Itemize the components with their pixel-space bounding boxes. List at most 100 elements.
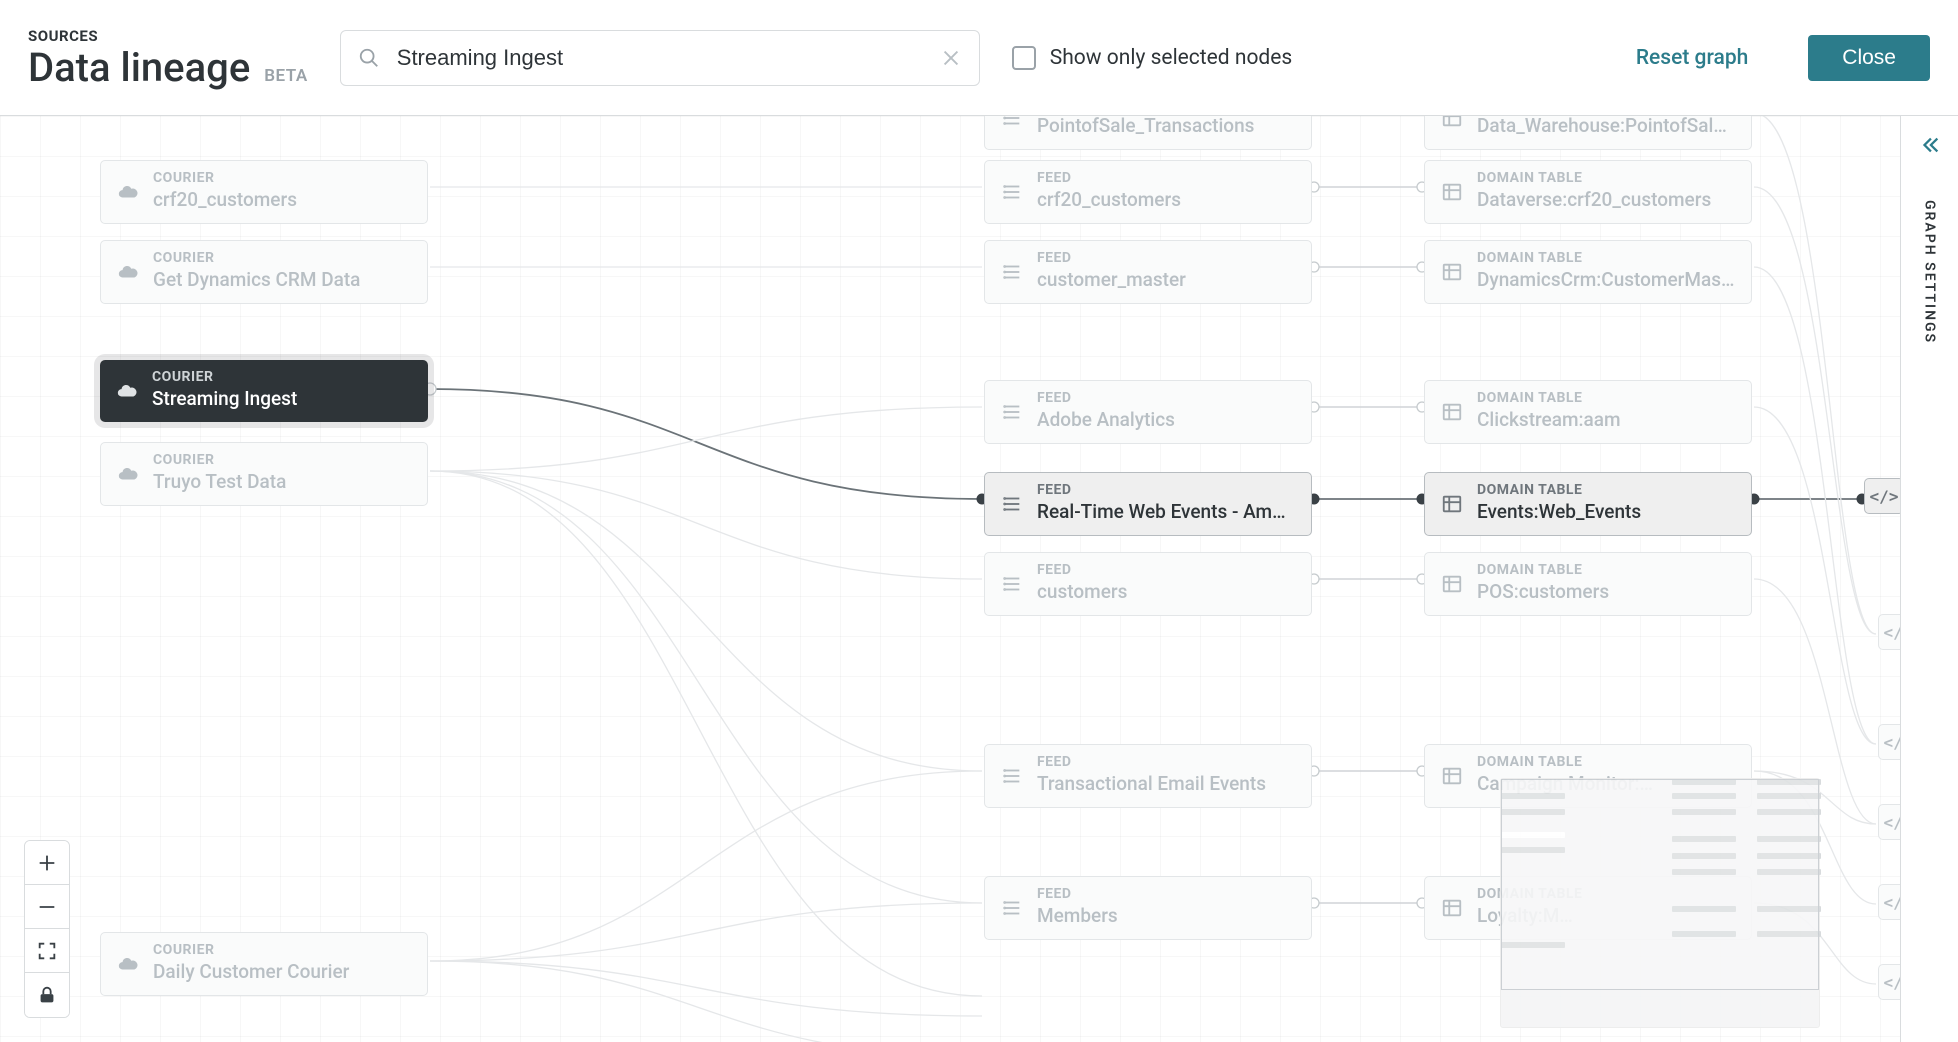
lineage-canvas[interactable]: COURIER crf20_customers COURIER Get Dynami…: [0, 116, 1900, 1042]
feed-node[interactable]: FEED Transactional Email Events: [984, 744, 1312, 808]
node-label: Get Dynamics CRM Data: [153, 269, 411, 291]
search-icon: [358, 47, 380, 69]
zoom-toolbar: [24, 840, 70, 1018]
courier-node[interactable]: COURIER crf20_customers: [100, 160, 428, 224]
feed-node[interactable]: FEED Adobe Analytics: [984, 380, 1312, 444]
table-icon: [1441, 765, 1463, 787]
collapse-rail-icon[interactable]: [1919, 134, 1941, 156]
domain-table-node[interactable]: DOMAIN TABLE DynamicsCrm:CustomerMaster: [1424, 240, 1752, 304]
node-label: customer_master: [1037, 269, 1295, 291]
node-label: DynamicsCrm:CustomerMaster: [1477, 269, 1735, 291]
courier-node[interactable]: COURIER Streaming Ingest: [100, 360, 428, 422]
node-label: Real-Time Web Events - Ampe…: [1037, 501, 1295, 523]
node-label: Clickstream:aam: [1477, 409, 1735, 431]
table-icon: [1441, 261, 1463, 283]
code-endpoint-node[interactable]: </>: [1864, 478, 1904, 514]
table-icon: [1441, 401, 1463, 423]
domain-table-node[interactable]: DOMAIN TABLE POS:customers: [1424, 552, 1752, 616]
node-label: Adobe Analytics: [1037, 409, 1295, 431]
node-label: Dataverse:crf20_customers: [1477, 189, 1735, 211]
zoom-in-button[interactable]: [25, 841, 69, 885]
courier-node[interactable]: COURIER Daily Customer Courier: [100, 932, 428, 996]
node-label: Daily Customer Courier: [153, 961, 411, 983]
courier-node[interactable]: COURIER Get Dynamics CRM Data: [100, 240, 428, 304]
table-icon: [1441, 573, 1463, 595]
search-field-wrapper: [340, 30, 980, 86]
node-type-label: DOMAIN TABLE: [1477, 755, 1735, 769]
courier-icon: [117, 953, 139, 975]
node-label: Transactional Email Events: [1037, 773, 1295, 795]
feed-node[interactable]: FEEDMembers: [984, 876, 1312, 940]
node-label: crf20_customers: [153, 189, 411, 211]
courier-icon: [117, 261, 139, 283]
breadcrumb: SOURCES: [28, 27, 308, 45]
show-only-selected-label: Show only selected nodes: [1050, 46, 1292, 70]
node-type-label: FEED: [1037, 251, 1295, 265]
close-button[interactable]: Close: [1808, 35, 1930, 81]
node-type-label: DOMAIN TABLE: [1477, 563, 1735, 577]
beta-badge: BETA: [264, 68, 308, 86]
graph-settings-label[interactable]: GRAPH SETTINGS: [1922, 200, 1938, 344]
domain-table-node[interactable]: DOMAIN TABLEEvents:Web_Events: [1424, 472, 1752, 536]
node-type-label: COURIER: [153, 251, 411, 265]
node-label: Streaming Ingest: [152, 388, 412, 410]
minimap[interactable]: [1500, 778, 1820, 1028]
main-area: GRAPH SETTINGS: [0, 116, 1958, 1042]
node-type-label: DOMAIN TABLE: [1477, 171, 1735, 185]
courier-node[interactable]: COURIER Truyo Test Data: [100, 442, 428, 506]
node-type-label: COURIER: [153, 943, 411, 957]
checkbox-icon[interactable]: [1012, 46, 1036, 70]
zoom-out-button[interactable]: [25, 885, 69, 929]
feed-node[interactable]: FEED customer_master: [984, 240, 1312, 304]
top-bar: SOURCES Data lineage BETA Show only sele…: [0, 0, 1958, 116]
courier-icon: [116, 380, 138, 402]
fit-screen-button[interactable]: [25, 929, 69, 973]
node-label: Truyo Test Data: [153, 471, 411, 493]
table-icon: [1441, 116, 1463, 129]
node-type-label: FEED: [1037, 563, 1295, 577]
node-type-label: DOMAIN TABLE: [1477, 251, 1735, 265]
node-type-label: FEED: [1037, 483, 1295, 497]
node-label: POS:customers: [1477, 581, 1735, 603]
node-type-label: COURIER: [153, 453, 411, 467]
feed-node[interactable]: FEED customers: [984, 552, 1312, 616]
code-icon: </>: [1870, 487, 1899, 506]
feed-icon: [1001, 765, 1023, 787]
feed-node[interactable]: FEED Real-Time Web Events - Ampe…: [984, 472, 1312, 536]
page-title: Data lineage BETA: [28, 47, 308, 89]
show-only-selected-toggle[interactable]: Show only selected nodes: [1012, 46, 1292, 70]
domain-table-node[interactable]: DOMAIN TABLE Dataverse:crf20_customers: [1424, 160, 1752, 224]
feed-icon: [1001, 261, 1023, 283]
node-type-label: DOMAIN TABLE: [1477, 391, 1735, 405]
node-type-label: FEED: [1037, 391, 1295, 405]
clear-search-icon[interactable]: [940, 47, 962, 69]
node-label: Events:Web_Events: [1477, 501, 1735, 523]
node-type-label: COURIER: [152, 370, 412, 384]
feed-icon: [1001, 573, 1023, 595]
node-type-label: FEED: [1037, 171, 1295, 185]
feed-node[interactable]: FEEDcrf20_customers: [984, 160, 1312, 224]
feed-icon: [1001, 493, 1023, 515]
domain-table-node[interactable]: DOMAIN TABLEData_Warehouse:PointofSale_…: [1424, 116, 1752, 150]
right-rail: GRAPH SETTINGS: [1900, 116, 1958, 1042]
courier-icon: [117, 463, 139, 485]
node-label: Data_Warehouse:PointofSale_…: [1477, 116, 1735, 137]
search-input[interactable]: [340, 30, 980, 86]
feed-node[interactable]: FEEDPointofSale_Transactions: [984, 116, 1312, 150]
page-title-block: SOURCES Data lineage BETA: [28, 27, 308, 89]
node-label: Members: [1037, 905, 1295, 927]
node-label: customers: [1037, 581, 1295, 603]
node-type-label: COURIER: [153, 171, 411, 185]
courier-icon: [117, 181, 139, 203]
lock-button[interactable]: [25, 973, 69, 1017]
feed-icon: [1001, 116, 1023, 129]
domain-table-node[interactable]: DOMAIN TABLE Clickstream:aam: [1424, 380, 1752, 444]
feed-icon: [1001, 181, 1023, 203]
table-icon: [1441, 493, 1463, 515]
node-label: PointofSale_Transactions: [1037, 116, 1295, 137]
table-icon: [1441, 181, 1463, 203]
node-type-label: FEED: [1037, 755, 1295, 769]
feed-icon: [1001, 401, 1023, 423]
table-icon: [1441, 897, 1463, 919]
reset-graph-button[interactable]: Reset graph: [1636, 46, 1748, 70]
